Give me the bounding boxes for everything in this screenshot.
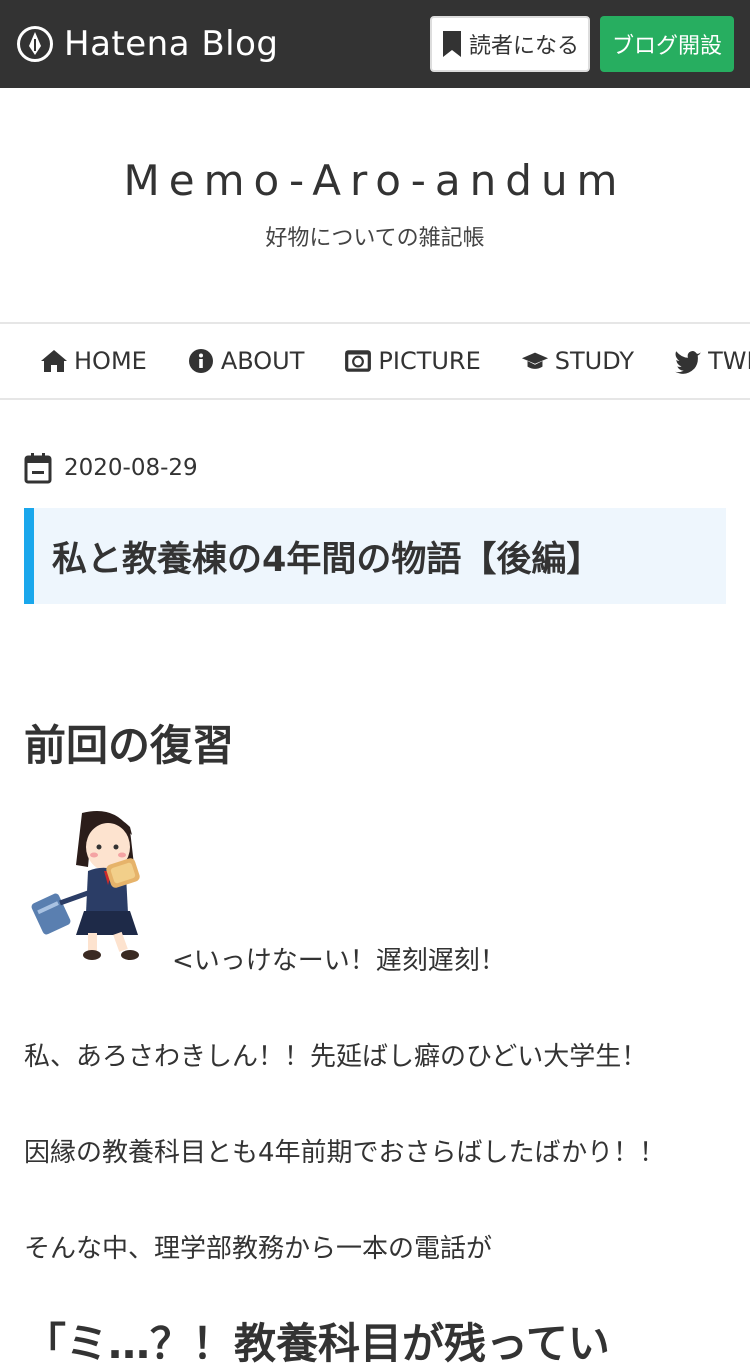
nav-item-home[interactable]: HOME (40, 347, 147, 375)
info-icon (188, 349, 213, 373)
paragraph: 私、あろさわきしん！！先延ばし癖のひどい大学生！ (24, 1042, 648, 1072)
open-blog-button[interactable]: ブログ開設 (600, 16, 734, 72)
date-text: 2020-08-29 (64, 455, 198, 481)
logo-text: Hatena Blog (64, 24, 279, 64)
pen-nib-icon (17, 26, 53, 62)
twitter-icon (675, 351, 701, 374)
nav-label: HOME (74, 347, 147, 375)
subscribe-button[interactable]: 読者になる (430, 16, 590, 72)
hatena-blog-logo[interactable]: Hatena Blog (16, 22, 279, 66)
blog-title[interactable]: Memo-Aro-andum (0, 156, 750, 205)
nav-label: TWIT (708, 347, 750, 375)
home-icon (41, 350, 67, 372)
nav-item-picture[interactable]: PICTURE (344, 347, 481, 375)
entry-date[interactable]: 2020-08-29 (24, 452, 198, 484)
hatena-topbar: Hatena Blog 読者になる ブログ開設 (0, 0, 750, 88)
section-heading: 前回の復習 (24, 721, 235, 770)
paragraph: 因縁の教養科目とも4年前期でおさらばしたばかり！！ (24, 1138, 666, 1168)
section-heading-partial: 「ミ…？！教養科目が残ってい (24, 1319, 610, 1368)
nav-label: STUDY (554, 347, 635, 375)
blog-description: 好物についての雑記帳 (265, 226, 485, 251)
running-schoolgirl-illustration (31, 811, 140, 960)
entry-title[interactable]: 私と教養棟の4年間の物語【後編】 (24, 508, 726, 604)
calendar-icon (24, 453, 52, 484)
paragraph: そんな中、理学部教務から一本の電話が (24, 1234, 493, 1264)
nav-item-about[interactable]: ABOUT (187, 347, 305, 375)
subscribe-label: 読者になる (468, 34, 579, 59)
nav-item-twitter[interactable]: TWIT (674, 347, 750, 375)
nav-item-study[interactable]: STUDY (521, 347, 634, 375)
global-nav: HOME ABOUT PICTURE STUDY TW (0, 322, 750, 400)
graduation-cap-icon (521, 352, 548, 369)
camera-icon (345, 350, 372, 372)
nav-label: ABOUT (220, 347, 305, 375)
bookmark-icon (442, 31, 461, 57)
nav-label: PICTURE (378, 347, 481, 375)
speech-text: <いっけなーい！遅刻遅刻！ (172, 946, 506, 976)
